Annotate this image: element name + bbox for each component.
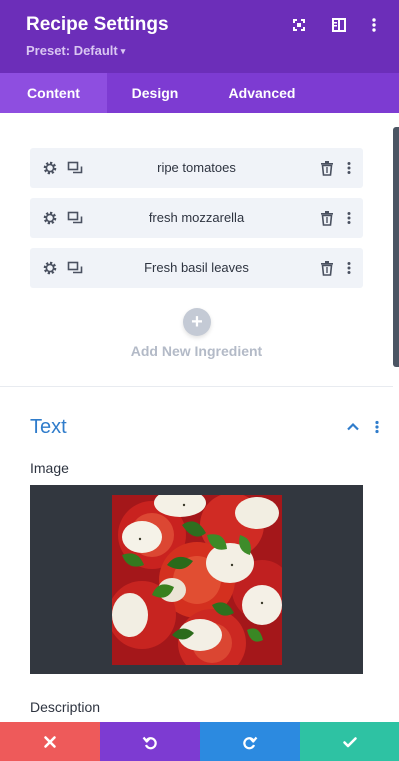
section-title-text[interactable]: Text: [30, 416, 67, 439]
sidebar-toggle-icon[interactable]: [331, 17, 347, 33]
duplicate-icon[interactable]: [67, 160, 83, 176]
redo-icon: [243, 736, 258, 749]
more-options-icon[interactable]: [371, 419, 383, 435]
trash-icon[interactable]: [320, 210, 334, 226]
gear-icon[interactable]: [42, 210, 58, 226]
ingredient-label: fresh mozzarella: [148, 210, 245, 225]
image-upload-area[interactable]: [30, 485, 363, 674]
chevron-up-icon[interactable]: [345, 419, 361, 435]
tab-design[interactable]: Design: [107, 73, 203, 113]
duplicate-icon[interactable]: [67, 210, 83, 226]
ingredient-item[interactable]: fresh mozzarella: [30, 198, 363, 238]
save-button[interactable]: [300, 722, 399, 761]
action-footer: [0, 722, 399, 761]
ingredient-label: Fresh basil leaves: [144, 260, 249, 275]
section-divider: [0, 386, 393, 387]
preset-selector[interactable]: Preset: Default ▾: [26, 43, 125, 58]
gear-icon[interactable]: [42, 260, 58, 276]
panel-header: Recipe Settings Preset: Default ▾: [0, 0, 399, 73]
undo-button[interactable]: [100, 722, 200, 761]
description-field-label: Description: [30, 699, 101, 715]
cancel-button[interactable]: [0, 722, 100, 761]
panel-title: Recipe Settings: [26, 14, 169, 35]
plus-icon: +: [191, 311, 203, 333]
add-ingredient-label[interactable]: Add New Ingredient: [0, 343, 393, 359]
gear-icon[interactable]: [42, 160, 58, 176]
tab-advanced[interactable]: Advanced: [203, 73, 321, 113]
caprese-salad-image[interactable]: [112, 495, 282, 665]
more-options-icon[interactable]: [343, 210, 355, 226]
caret-down-icon: ▾: [120, 46, 126, 56]
preset-label: Preset: Default: [26, 43, 118, 58]
duplicate-icon[interactable]: [67, 260, 83, 276]
scrollbar[interactable]: [393, 127, 399, 367]
add-ingredient-button[interactable]: +: [183, 308, 211, 336]
tab-content[interactable]: Content: [0, 73, 107, 113]
ingredient-item[interactable]: Fresh basil leaves: [30, 248, 363, 288]
trash-icon[interactable]: [320, 260, 334, 276]
recipe-settings-panel: Recipe Settings Preset: Default ▾ Content…: [0, 0, 399, 761]
more-options-icon[interactable]: [343, 260, 355, 276]
cancel-icon: [44, 735, 56, 748]
trash-icon[interactable]: [320, 160, 334, 176]
more-options-icon[interactable]: [366, 17, 382, 33]
settings-tabs: Content Design Advanced: [0, 73, 399, 113]
ingredient-label: ripe tomatoes: [157, 160, 236, 175]
save-check-icon: [342, 736, 357, 747]
redo-button[interactable]: [200, 722, 300, 761]
undo-icon: [142, 736, 157, 749]
ingredient-item[interactable]: ripe tomatoes: [30, 148, 363, 188]
settings-content: ripe tomatoes fresh mozzarella Fresh bas…: [0, 113, 399, 722]
image-field-label: Image: [30, 460, 69, 476]
more-options-icon[interactable]: [343, 160, 355, 176]
expand-icon[interactable]: [291, 17, 307, 33]
